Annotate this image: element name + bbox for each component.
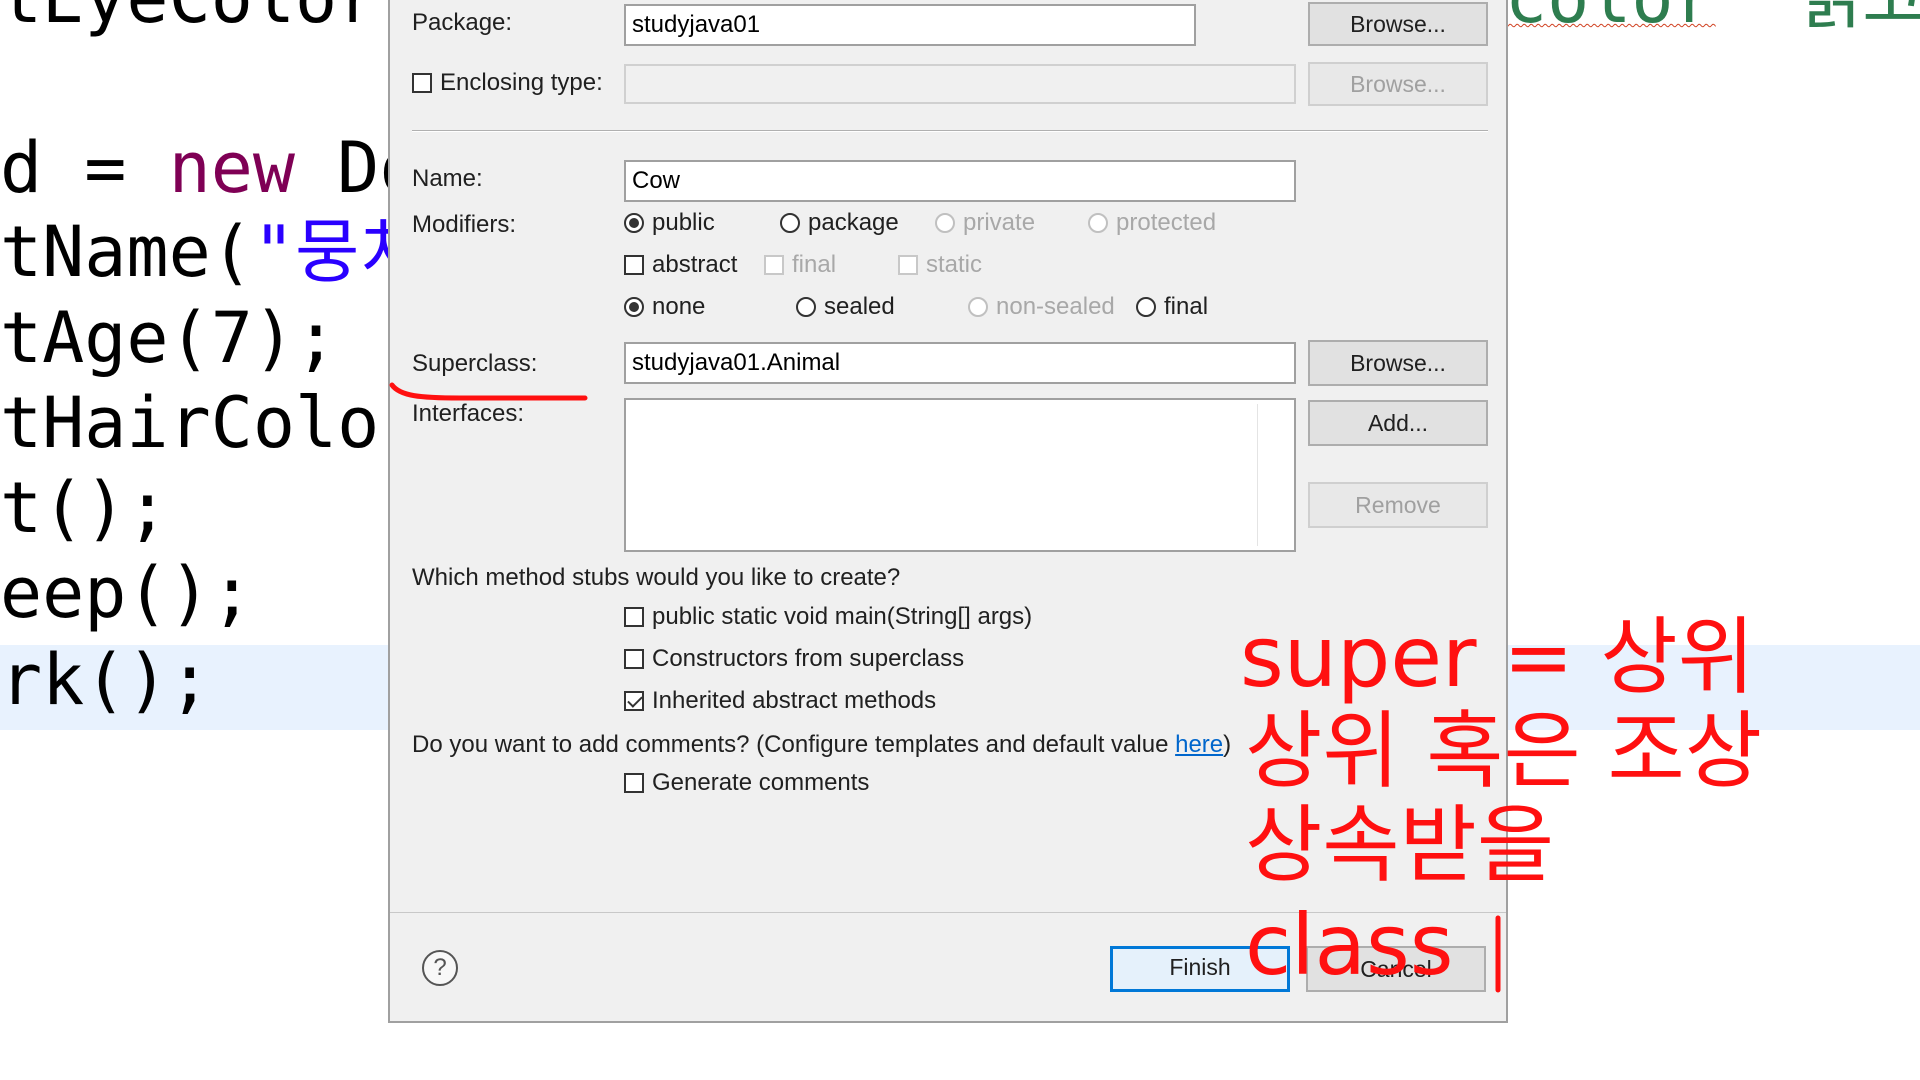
superclass-underline	[389, 382, 588, 401]
annotation-line-2: 상위 혹은 조상	[1245, 702, 1763, 800]
annotation-line-4: class	[1245, 896, 1454, 994]
annotation-line-1: super = 상위	[1240, 608, 1755, 706]
annotation-strokes	[389, 382, 1501, 993]
annotation-line-3: 상속받을	[1245, 796, 1555, 894]
